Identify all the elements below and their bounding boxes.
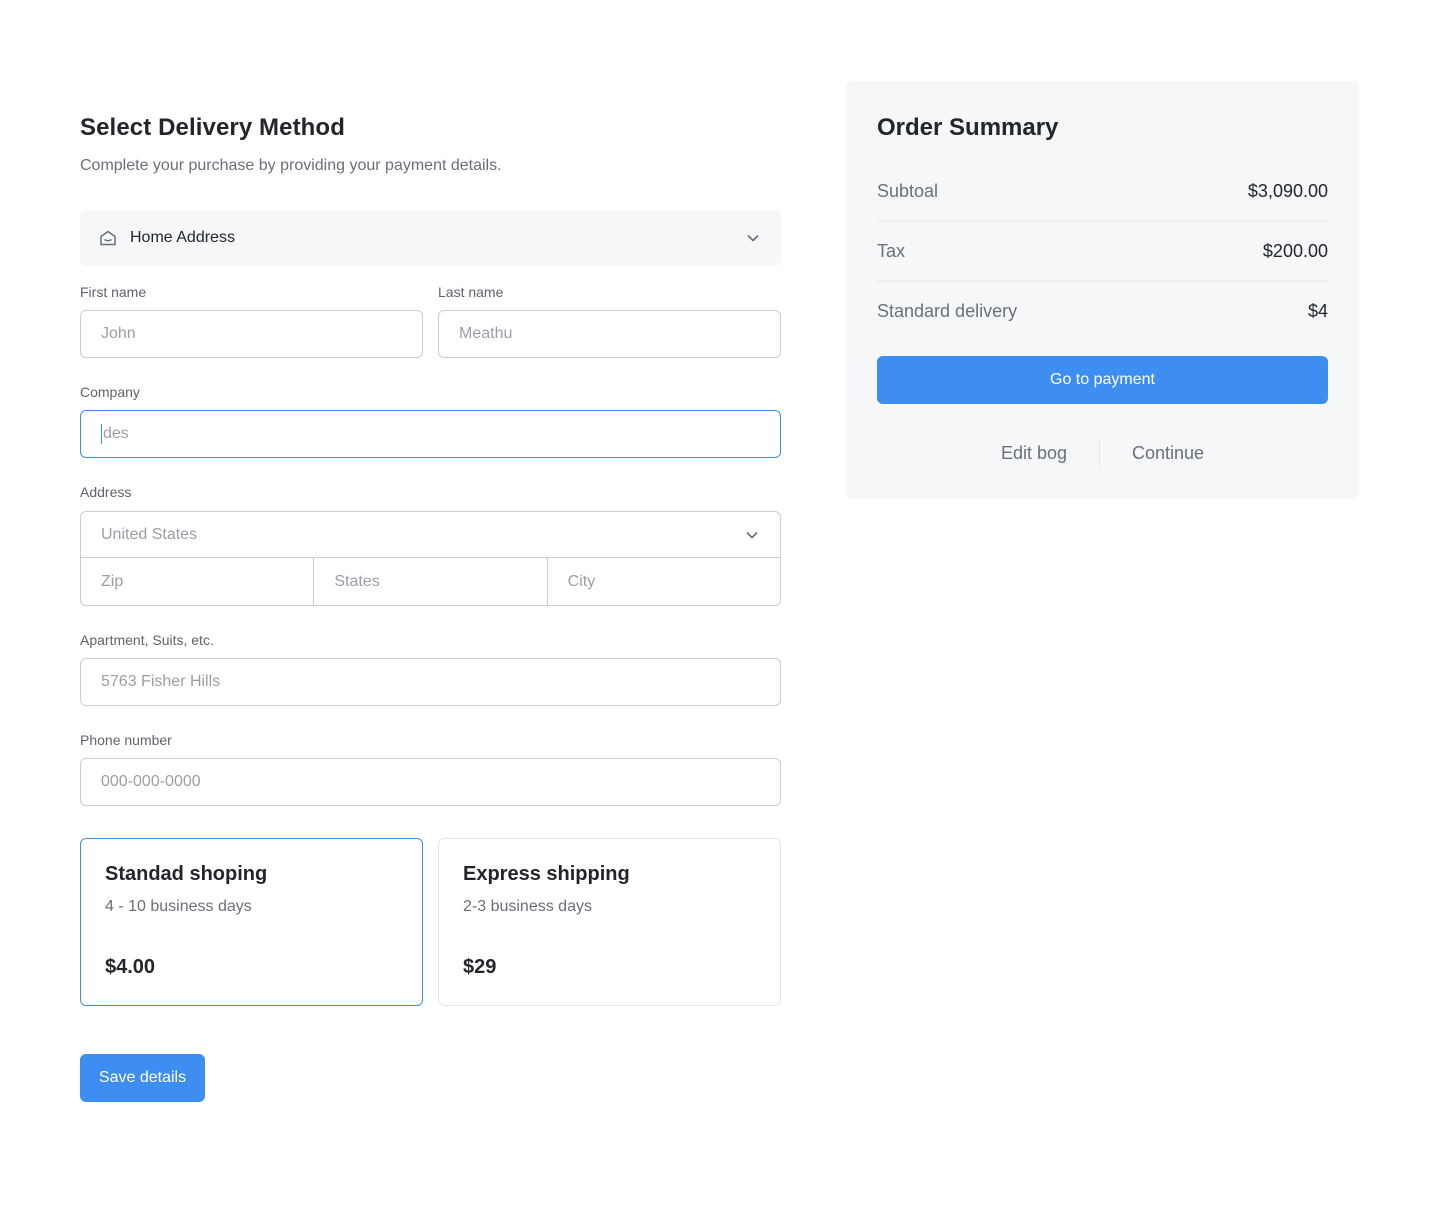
city-input[interactable]: City — [548, 558, 780, 605]
shipping-option-standard[interactable]: Standad shoping 4 - 10 business days $4.… — [80, 838, 423, 1006]
summary-row-value: $200.00 — [1262, 240, 1328, 261]
company-input[interactable]: des — [80, 410, 781, 458]
company-label: Company — [80, 384, 140, 400]
summary-row-label: Tax — [877, 240, 906, 261]
phone-label: Phone number — [80, 732, 172, 748]
apartment-input[interactable]: 5763 Fisher Hills — [80, 658, 781, 706]
address-type-select[interactable]: Home Address — [80, 210, 781, 266]
shipping-option-name: Express shipping — [463, 863, 630, 885]
summary-row-delivery: Standard delivery $4 — [877, 281, 1328, 341]
state-placeholder: States — [334, 572, 380, 590]
summary-row-value: $4 — [1307, 300, 1328, 321]
text-caret — [101, 424, 102, 444]
address-subfields: Zip States City — [81, 558, 780, 605]
last-name-placeholder: Meathu — [459, 325, 513, 342]
address-label: Address — [80, 484, 132, 500]
checkout-page: Select Delivery Method Complete your pur… — [0, 0, 1440, 1214]
edit-link[interactable]: Edit bog — [969, 443, 1099, 464]
order-summary-title: Order Summary — [877, 114, 1059, 141]
last-name-input[interactable]: Meathu — [438, 310, 781, 358]
page-subtitle: Complete your purchase by providing your… — [80, 157, 502, 174]
first-name-placeholder: John — [101, 325, 136, 342]
shipping-option-price: $29 — [463, 956, 497, 978]
summary-row-value: $3,090.00 — [1247, 180, 1328, 201]
address-group: United States Zip States City — [80, 511, 781, 606]
phone-placeholder: 000-000-0000 — [101, 773, 201, 790]
phone-input[interactable]: 000-000-0000 — [80, 758, 781, 806]
apartment-label: Apartment, Suits, etc. — [80, 632, 214, 648]
save-details-button[interactable]: Save details — [80, 1054, 205, 1102]
summary-row-label: Standard delivery — [877, 300, 1018, 321]
shipping-option-name: Standad shoping — [105, 863, 268, 885]
address-type-label: Home Address — [130, 229, 235, 246]
country-select[interactable]: United States — [81, 512, 780, 558]
summary-row-subtotal: Subtoal $3,090.00 — [877, 161, 1328, 221]
go-to-payment-button[interactable]: Go to payment — [877, 356, 1328, 404]
chevron-down-icon — [745, 230, 761, 246]
chevron-down-icon — [744, 527, 760, 543]
continue-link[interactable]: Continue — [1100, 443, 1236, 464]
summary-row-tax: Tax $200.00 — [877, 221, 1328, 281]
city-placeholder: City — [567, 572, 596, 590]
state-input[interactable]: States — [314, 558, 548, 605]
apartment-placeholder: 5763 Fisher Hills — [101, 673, 221, 690]
zip-placeholder: Zip — [101, 572, 124, 590]
page-title: Select Delivery Method — [80, 114, 345, 141]
shipping-option-express[interactable]: Express shipping 2-3 business days $29 — [438, 838, 781, 1006]
country-value: United States — [101, 525, 198, 543]
first-name-label: First name — [80, 284, 147, 300]
home-icon — [98, 228, 118, 248]
company-value: des — [103, 425, 129, 442]
order-summary-panel: Order Summary Subtoal $3,090.00 Tax $200… — [846, 81, 1359, 499]
shipping-option-days: 4 - 10 business days — [105, 898, 252, 915]
first-name-input[interactable]: John — [80, 310, 423, 358]
shipping-option-days: 2-3 business days — [463, 898, 592, 915]
summary-links: Edit bog Continue — [877, 436, 1328, 470]
summary-row-label: Subtoal — [877, 180, 939, 201]
last-name-label: Last name — [438, 284, 504, 300]
zip-input[interactable]: Zip — [81, 558, 315, 605]
shipping-option-price: $4.00 — [105, 956, 156, 978]
